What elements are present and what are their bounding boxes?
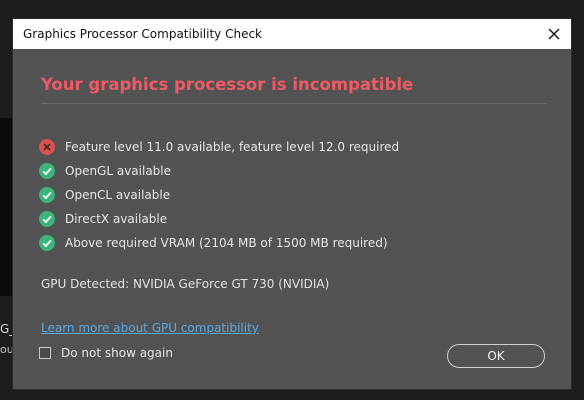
check-label: Above required VRAM (2104 MB of 1500 MB …: [65, 236, 388, 250]
dont-show-again[interactable]: Do not show again: [39, 346, 173, 360]
check-circle-icon: [39, 187, 55, 203]
ok-button[interactable]: OK: [447, 344, 545, 368]
check-circle-icon: [39, 163, 55, 179]
check-label: OpenCL available: [65, 188, 171, 202]
close-icon: [548, 28, 560, 40]
learn-more-link[interactable]: Learn more about GPU compatibility: [41, 321, 259, 335]
dont-show-label: Do not show again: [61, 346, 173, 360]
check-item: DirectX available: [39, 207, 399, 231]
check-circle-icon: [39, 235, 55, 251]
gpu-compatibility-dialog: Graphics Processor Compatibility Check Y…: [12, 18, 572, 390]
check-label: Feature level 11.0 available, feature le…: [65, 140, 400, 154]
check-item: Feature level 11.0 available, feature le…: [39, 135, 399, 159]
check-item: OpenGL available: [39, 159, 399, 183]
background-panel: [0, 118, 12, 296]
check-label: OpenGL available: [65, 164, 172, 178]
divider: [41, 103, 547, 104]
compatibility-check-list: Feature level 11.0 available, feature le…: [39, 135, 399, 255]
dont-show-checkbox[interactable]: [39, 347, 51, 359]
dialog-title: Graphics Processor Compatibility Check: [23, 27, 262, 41]
dialog-titlebar: Graphics Processor Compatibility Check: [13, 19, 571, 49]
heading: Your graphics processor is incompatible: [41, 75, 414, 94]
check-label: DirectX available: [65, 212, 168, 226]
check-circle-icon: [39, 211, 55, 227]
check-item: Above required VRAM (2104 MB of 1500 MB …: [39, 231, 399, 255]
close-button[interactable]: [537, 19, 571, 49]
gpu-detected-text: GPU Detected: NVIDIA GeForce GT 730 (NVI…: [41, 277, 330, 291]
x-circle-icon: [39, 139, 55, 155]
check-item: OpenCL available: [39, 183, 399, 207]
